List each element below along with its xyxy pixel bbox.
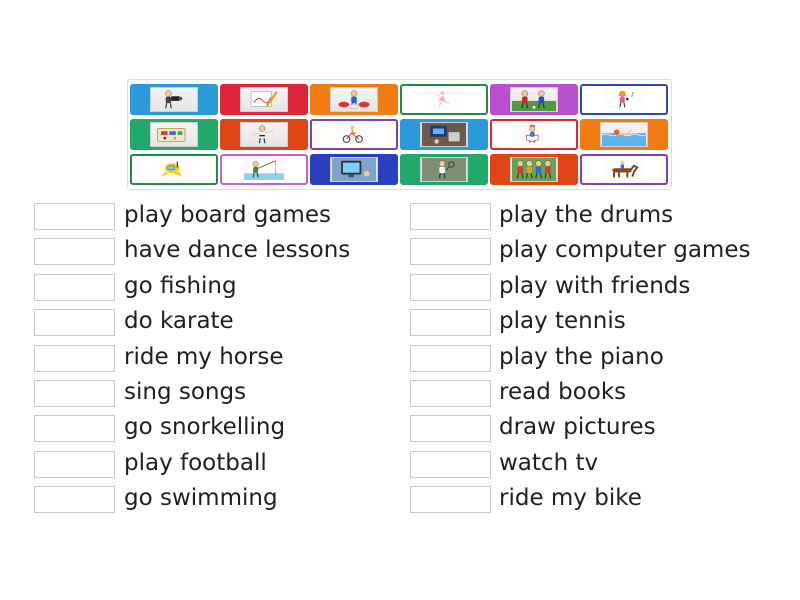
answer-label: play computer games [499,237,751,264]
answer-label: go swimming [124,485,278,512]
answer-label: watch tv [499,449,599,476]
answer-label: have dance lessons [124,237,351,264]
answer-tile[interactable]: ♪ [580,84,668,115]
karate-kid-picture-icon [240,122,288,147]
answer-label: play with friends [499,272,691,299]
answer-label: play tennis [499,308,626,335]
answer-label: draw pictures [499,414,656,441]
answer-label: play football [124,449,267,476]
answer-label: go snorkelling [124,414,286,441]
drop-slot[interactable] [34,486,115,514]
computer-games-picture-icon [420,122,468,147]
swimmer-picture-icon [600,122,648,147]
answer-tile[interactable] [490,154,578,185]
photographer-picture-icon [150,87,198,112]
drawing-pencil-picture-icon [240,87,288,112]
horse-rider-picture-icon [604,158,644,181]
answer-tile[interactable] [580,119,668,150]
answer-tile[interactable] [400,154,488,185]
answer-tile[interactable] [220,84,308,115]
drop-slot[interactable] [34,344,115,372]
answer-tile[interactable] [220,119,308,150]
drop-slot[interactable] [410,380,491,407]
fishing-picture-icon [244,158,284,181]
drop-slot[interactable] [410,415,491,443]
drop-slot[interactable] [34,203,115,230]
answer-tile[interactable] [310,154,398,185]
svg-text:♪: ♪ [631,92,635,99]
tennis-player-picture-icon [420,157,468,182]
drop-slot[interactable] [410,238,491,266]
drop-slot[interactable] [34,238,115,266]
drop-slot[interactable] [410,309,491,337]
ballet-dancer-picture-icon [424,88,464,111]
answer-label: play the drums [499,202,674,228]
drop-slot[interactable] [34,273,115,301]
drop-slot[interactable] [410,203,491,230]
answer-tile[interactable] [490,84,578,115]
answer-tile[interactable] [310,84,398,115]
drop-slot[interactable] [410,273,491,301]
answer-label: do karate [124,308,234,335]
answer-label: ride my horse [124,343,284,370]
answer-tile[interactable] [400,84,488,115]
answer-tile[interactable] [310,119,398,150]
answer-tile[interactable] [490,119,578,150]
drop-slot[interactable] [410,486,491,514]
answer-label: ride my bike [499,485,642,512]
drop-slot[interactable] [34,450,115,478]
kids-playing-picture-icon [510,157,558,182]
answer-label: read books [499,379,627,405]
drop-slot[interactable] [34,415,115,443]
answer-label: sing songs [124,379,247,405]
answer-label: play board games [124,202,331,228]
bike-rider-picture-icon [334,123,374,146]
answer-label: play the piano [499,343,664,370]
answer-tile[interactable] [130,154,218,185]
drop-slot[interactable] [410,450,491,478]
answer-label: go fishing [124,272,237,299]
drummer-picture-icon [330,87,378,112]
watching-tv-picture-icon [330,157,378,182]
football-players-picture-icon [510,87,558,112]
answer-tile[interactable] [400,119,488,150]
drop-slot[interactable] [34,380,115,407]
answer-tile[interactable] [130,84,218,115]
drop-slot[interactable] [34,309,115,337]
singing-girl-picture-icon: ♪ [604,88,644,111]
snorkeller-picture-icon [154,158,194,181]
answer-tile[interactable] [220,154,308,185]
reading-boy-picture-icon [514,123,554,146]
answer-tile[interactable] [130,119,218,150]
drop-slot[interactable] [410,344,491,372]
board-game-picture-icon [150,122,198,147]
answer-tile[interactable] [580,154,668,185]
